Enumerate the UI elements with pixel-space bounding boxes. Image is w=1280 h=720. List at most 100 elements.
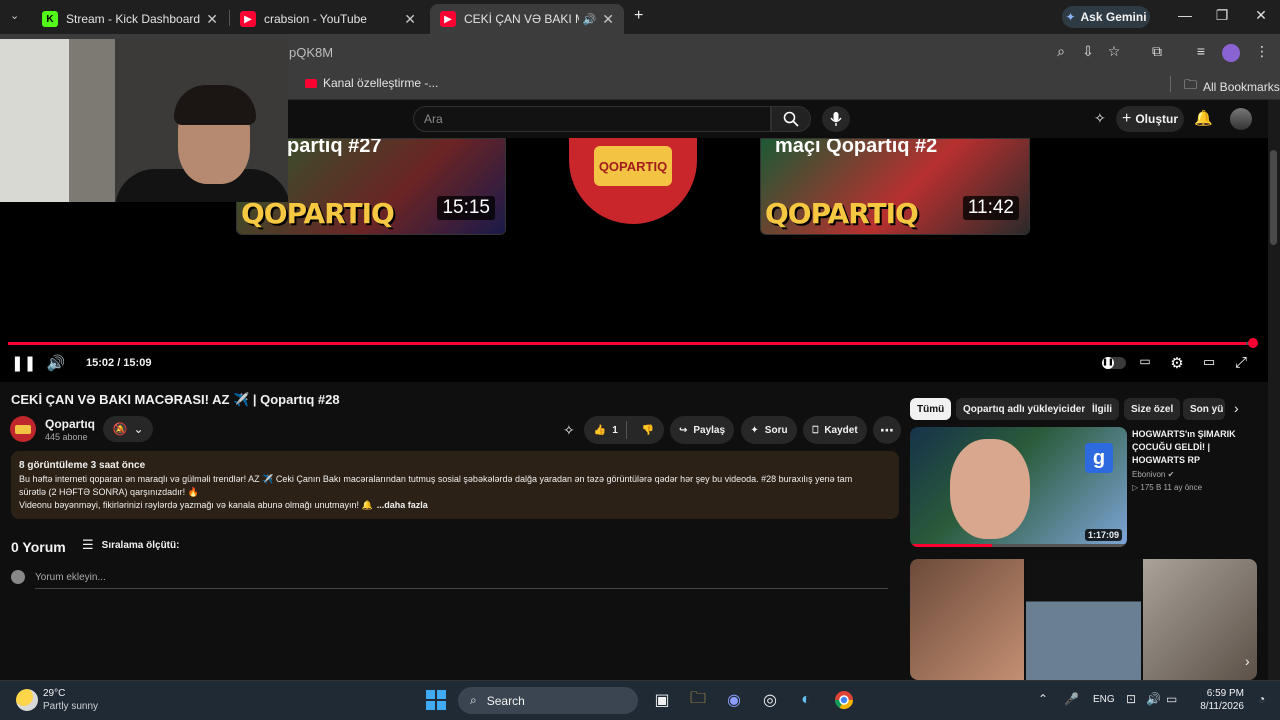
chip-all[interactable]: Tümü [910,398,952,420]
view-count-date: 8 görüntüleme 3 saat önce [19,460,146,471]
file-explorer-icon[interactable]: 🗀 [686,688,710,712]
recommended-title[interactable]: HOGWARTS'ın ŞIMARIK ÇOCUĞU GELDİ! | HOGW… [1132,428,1262,467]
tab-kick[interactable]: K Stream - Kick Dashboard ✕ [32,4,228,34]
menu-icon[interactable]: ⋮ [1252,43,1272,60]
logo-badge: QOPARTIQ [594,146,672,186]
tab-youtube-crabsion[interactable]: ▶ crabsion - YouTube ✕ [230,4,426,34]
notifications-bell-icon[interactable]: 🔔 [1194,109,1213,127]
like-button[interactable]: 👍 1 [594,425,636,436]
weather-icon[interactable] [16,689,38,711]
scrollbar-thumb[interactable] [1270,150,1277,245]
channel-avatar[interactable] [10,416,36,442]
sort-button[interactable]: ☰ Sıralama ölçütü: [82,537,179,553]
all-bookmarks-button[interactable]: 🗀 All Bookmarks [1184,76,1280,98]
bell-off-icon: 🔕 [112,422,128,436]
short-thumbnail[interactable] [1142,559,1257,680]
omnibox[interactable] [280,40,1140,64]
notification-settings-button[interactable]: 🔕 ⌄ [103,416,153,442]
voice-search-button[interactable] [822,106,850,132]
share-button[interactable]: ↪ Paylaş [670,416,734,444]
sparkle-icon[interactable]: ✧ [563,422,575,439]
weather-temperature[interactable]: 29°C [43,688,65,699]
chrome-icon[interactable] [832,688,856,712]
zoom-icon[interactable]: ⌕ [1051,43,1071,60]
sparkle-icon[interactable]: ✧ [1094,110,1106,127]
speaker-icon[interactable]: 🔊 [583,13,597,26]
close-icon[interactable]: ✕ [602,11,614,28]
star-icon[interactable]: ☆ [1104,43,1124,60]
tab-title: crabsion - YouTube [264,12,367,26]
autoplay-toggle[interactable]: ❚❚ [1102,357,1126,369]
thumbs-down-icon[interactable]: 👎 [642,425,654,436]
close-icon[interactable]: ✕ [404,11,416,28]
extensions-icon[interactable]: ⧉ [1147,43,1167,60]
windows-start-icon[interactable] [426,690,446,710]
search-button[interactable] [771,106,811,132]
account-avatar[interactable] [1230,108,1252,130]
fullscreen-icon[interactable]: ⤢ [1231,354,1251,371]
install-icon[interactable]: ⇩ [1078,43,1098,60]
recommended-shorts-row[interactable] [910,559,1257,680]
ask-gemini-button[interactable]: ✦ Ask Gemini [1062,6,1150,28]
more-actions-button[interactable]: ⋯ [873,416,901,444]
save-button[interactable]: ⎕ Kaydet [803,416,867,444]
task-view-icon[interactable]: ▣ [650,688,674,712]
tab-youtube-active[interactable]: ▶ CEKİ ÇAN VƏ BAKI MACƏR 🔊 ✕ [430,4,624,34]
like-dislike-group: 👍 1 👎 [584,416,664,444]
profile-avatar[interactable] [1222,44,1240,62]
microphone-icon[interactable]: 🎤 [1064,692,1079,706]
obs-icon[interactable]: ◎ [758,688,782,712]
comment-input[interactable]: Yorum ekleyin... [35,572,106,583]
clock-date[interactable]: 8/11/2026 [1196,701,1244,712]
subtitles-icon[interactable]: ▭ [1135,354,1155,368]
recommended-channel[interactable]: Ebonivon ✔ [1132,470,1174,479]
settings-gear-icon[interactable]: ⚙ [1167,354,1187,372]
chip-related[interactable]: İlgili [1085,398,1119,420]
close-window-icon[interactable]: ✕ [1251,7,1271,24]
taskbar-search[interactable]: ⌕ Search [458,687,638,714]
maximize-icon[interactable]: ❐ [1212,7,1232,24]
card-duration: 11:42 [962,196,1019,220]
media-icon[interactable]: ≡ [1191,43,1211,59]
language-indicator[interactable]: ENG [1093,694,1115,705]
chevron-right-icon[interactable]: › [1245,653,1250,669]
close-icon[interactable]: ✕ [206,11,218,28]
recommended-thumbnail[interactable]: g 1:17:09 [910,427,1127,547]
short-thumbnail[interactable] [910,559,1025,680]
url-text[interactable]: pQK8M [289,45,333,60]
video-title: CEKİ ÇAN VƏ BAKI MACƏRASI! AZ ✈️ | Qopar… [11,392,340,407]
create-button[interactable]: + Oluştur [1116,106,1184,132]
weather-description[interactable]: Partly sunny [43,701,98,712]
sort-label: Sıralama ölçütü: [101,539,180,551]
theater-mode-icon[interactable]: ▭ [1199,354,1219,370]
chip-from-uploader[interactable]: Qopartıq adlı yükleyiciden [956,398,1095,420]
new-tab-button[interactable]: + [634,7,643,25]
chip-recent[interactable]: Son yü [1183,398,1225,420]
end-screen-video-card[interactable]: maçı Qopartıq #2 QOPARTIQ 11:42 [760,138,1030,235]
tab-search-icon[interactable]: ⌄ [10,9,19,22]
clock-time[interactable]: 6:59 PM [1200,688,1244,699]
notification-center-icon[interactable]: ◔ [1258,692,1265,706]
subscriber-count: 445 abone [45,432,88,442]
volume-icon[interactable]: 🔊 [1146,692,1161,706]
bookmark-item[interactable]: Kanal özelleştirme -... [305,76,438,90]
discord-icon[interactable]: ◉ [722,688,746,712]
chevron-right-icon[interactable]: › [1234,400,1239,416]
minimize-icon[interactable]: — [1175,7,1195,23]
progress-scrubber[interactable] [1248,338,1258,348]
show-more-link[interactable]: ...daha fazla [377,500,428,511]
network-icon[interactable]: ⊡ [1126,692,1136,706]
chip-for-you[interactable]: Size özel [1124,398,1181,420]
search-input[interactable] [413,106,771,132]
ask-button[interactable]: ✦ Soru [741,416,797,444]
steam-icon[interactable]: ◐ [794,688,818,712]
youtube-icon: ▶ [240,11,256,27]
volume-icon[interactable]: 🔊 [46,354,66,372]
pause-icon[interactable]: ❚❚ [11,354,36,372]
more-horizontal-icon: ⋯ [880,421,894,438]
chevron-up-icon[interactable]: ⌃ [1038,692,1048,706]
channel-name[interactable]: Qopartıq [45,417,95,431]
battery-icon[interactable]: ▭ [1166,692,1177,706]
short-thumbnail[interactable] [1026,559,1141,680]
share-icon: ↪ [678,424,688,436]
